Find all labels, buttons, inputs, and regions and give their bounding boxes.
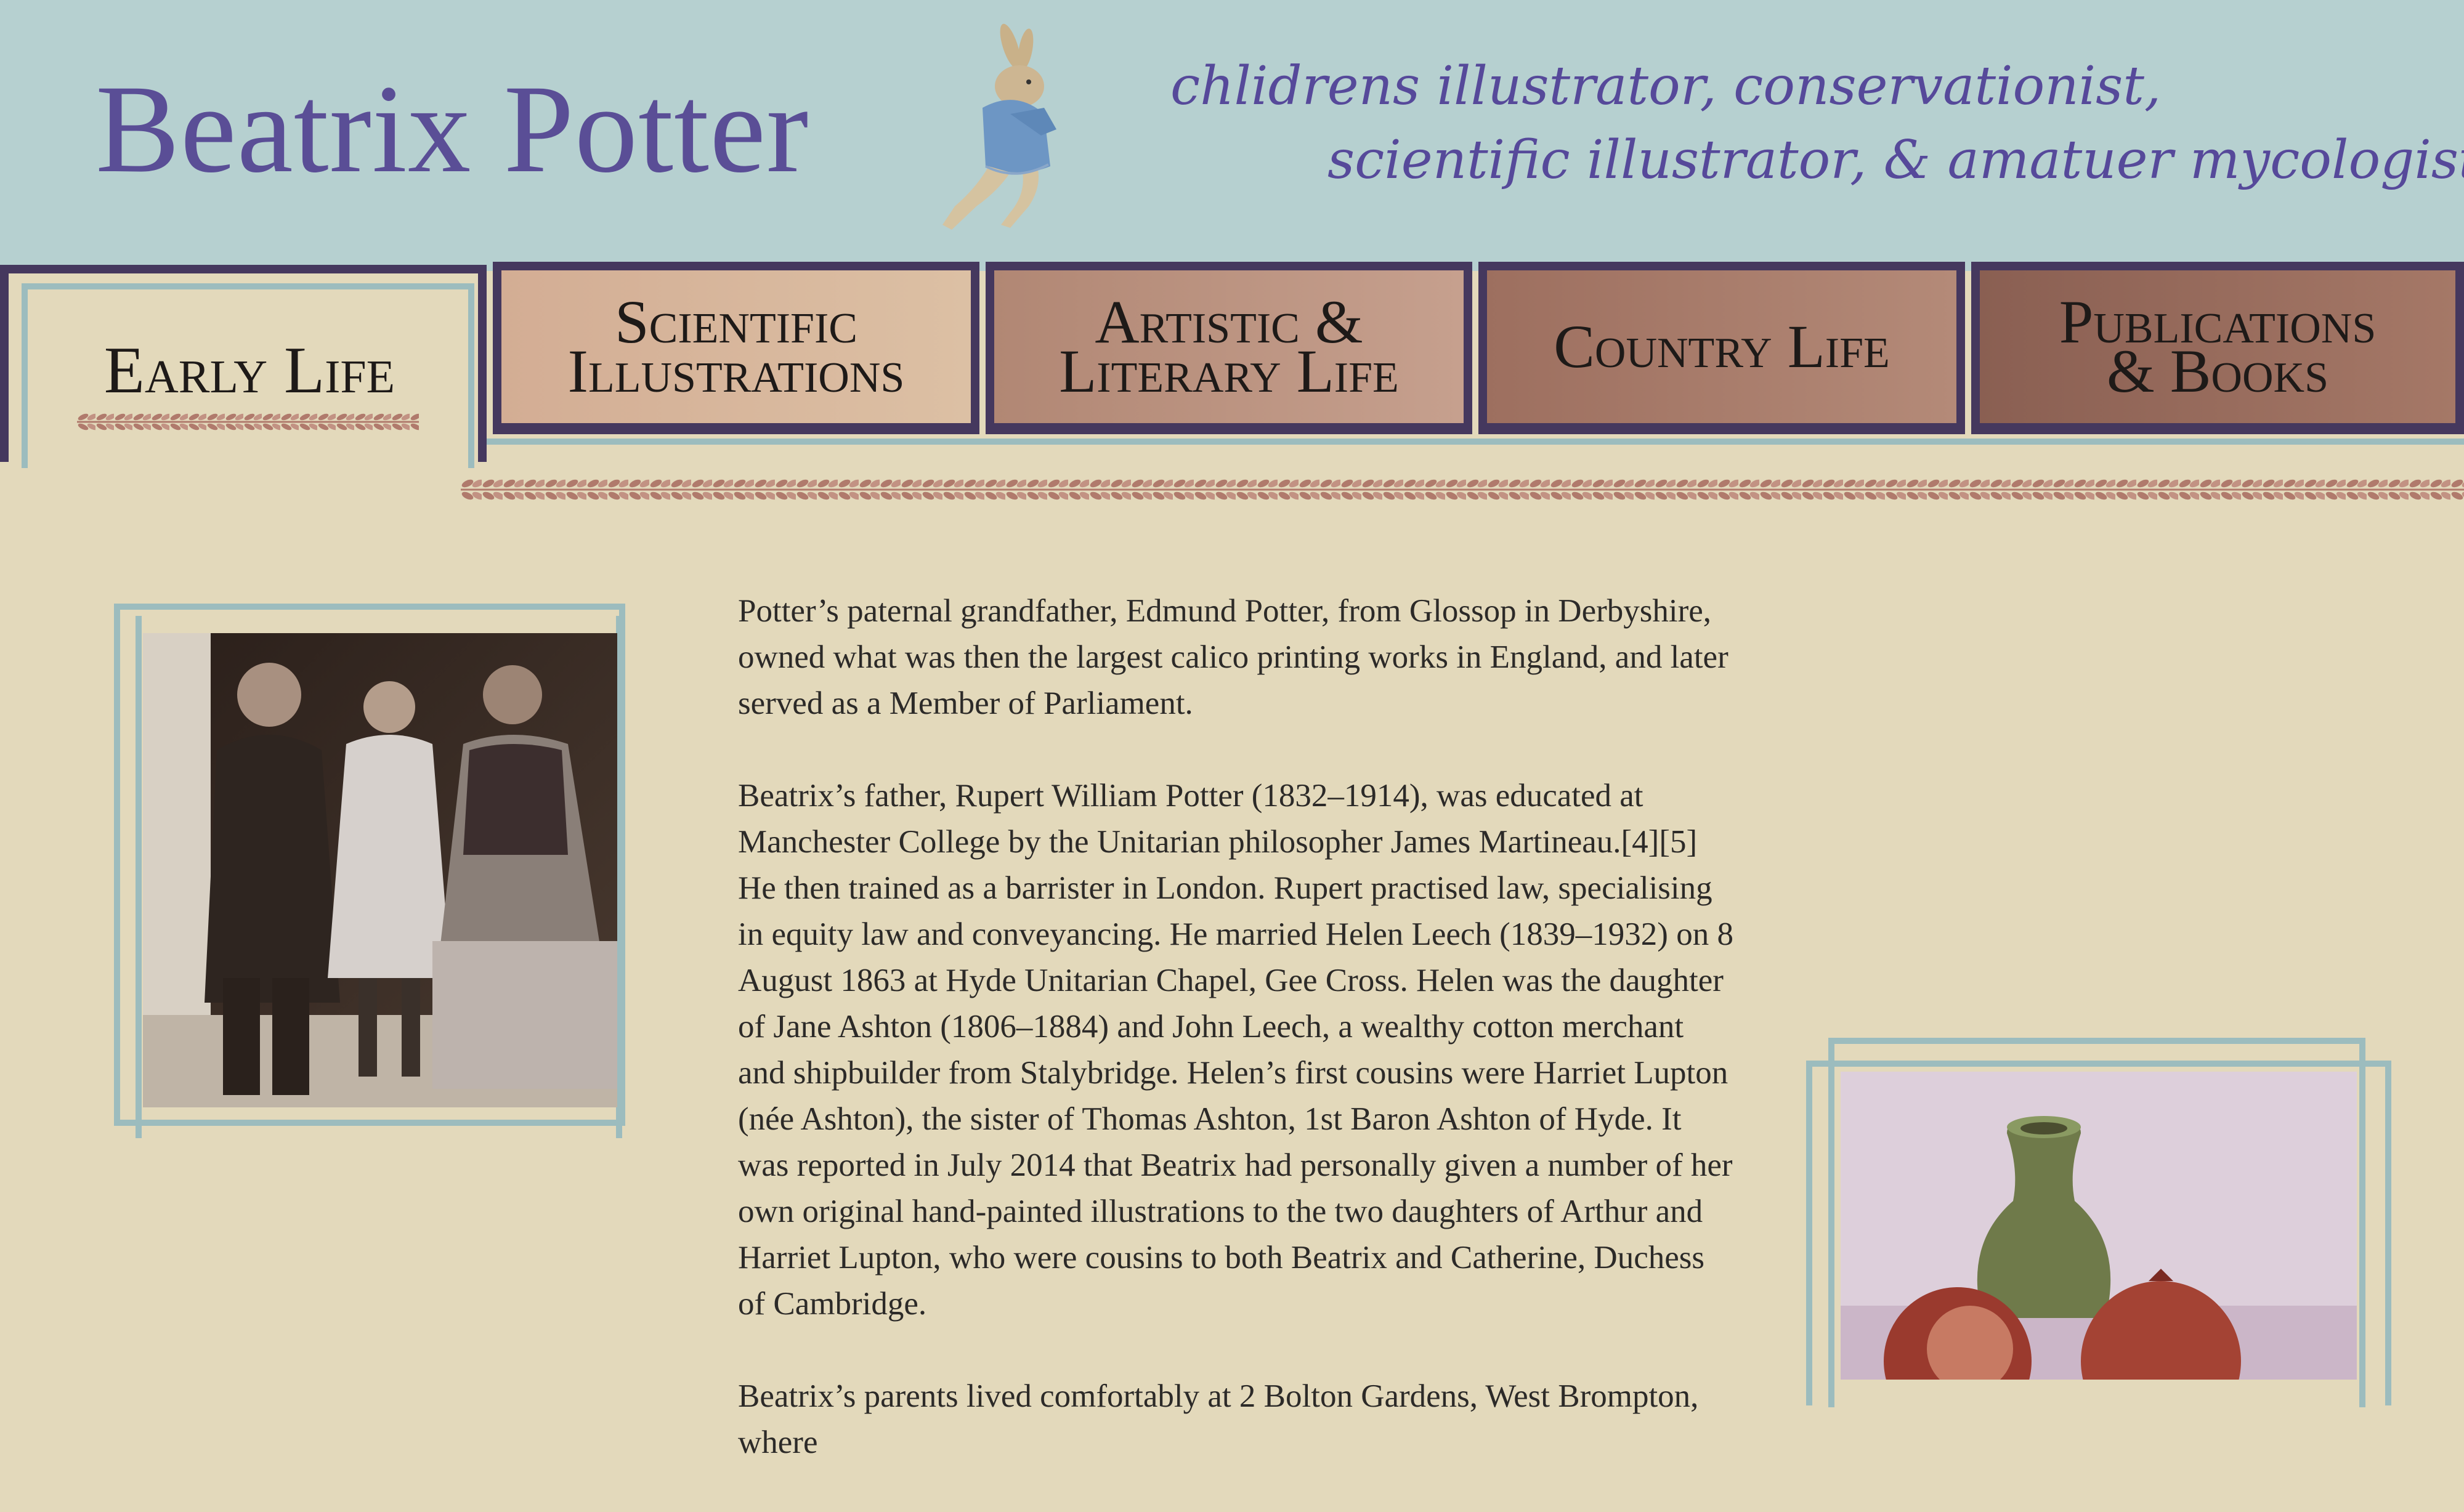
tab-label: Publications & Books	[2059, 288, 2377, 405]
peter-rabbit-illustration	[942, 23, 1056, 230]
article-paragraph: Beatrix’s father, Rupert William Potter …	[738, 778, 1733, 1322]
tab-country-life[interactable]: Country Life	[1478, 262, 1965, 434]
article-paragraph: Beatrix’s parents lived comfortably at 2…	[738, 1378, 1699, 1460]
tagline-line-1: chlidrens illustrator, conservationist,	[1170, 55, 2162, 117]
site-title[interactable]: Beatrix Potter	[95, 57, 809, 202]
tab-publications-books[interactable]: Publications & Books	[1971, 262, 2464, 434]
tab-label: Artistic & Literary Life	[1059, 288, 1399, 405]
tab-label: Country Life	[1554, 312, 1890, 381]
article-body: Potter’s paternal grandfather, Edmund Po…	[738, 588, 1736, 1512]
tab-label: Scientific Illustrations	[567, 288, 905, 405]
family-portrait-photo	[143, 633, 617, 1107]
laurel-divider-icon	[461, 474, 2464, 505]
laurel-garland-icon	[77, 410, 419, 434]
still-life-painting	[1841, 1072, 2357, 1380]
article-paragraph: Potter’s paternal grandfather, Edmund Po…	[738, 593, 1728, 721]
tab-early-life[interactable]: Early Life	[18, 333, 480, 409]
tab-scientific-illustrations[interactable]: Scientific Illustrations	[493, 262, 979, 434]
tab-artistic-literary-life[interactable]: Artistic & Literary Life	[986, 262, 1472, 434]
tagline-line-2: scientific illustrator, & amatuer mycolo…	[1327, 129, 2464, 191]
